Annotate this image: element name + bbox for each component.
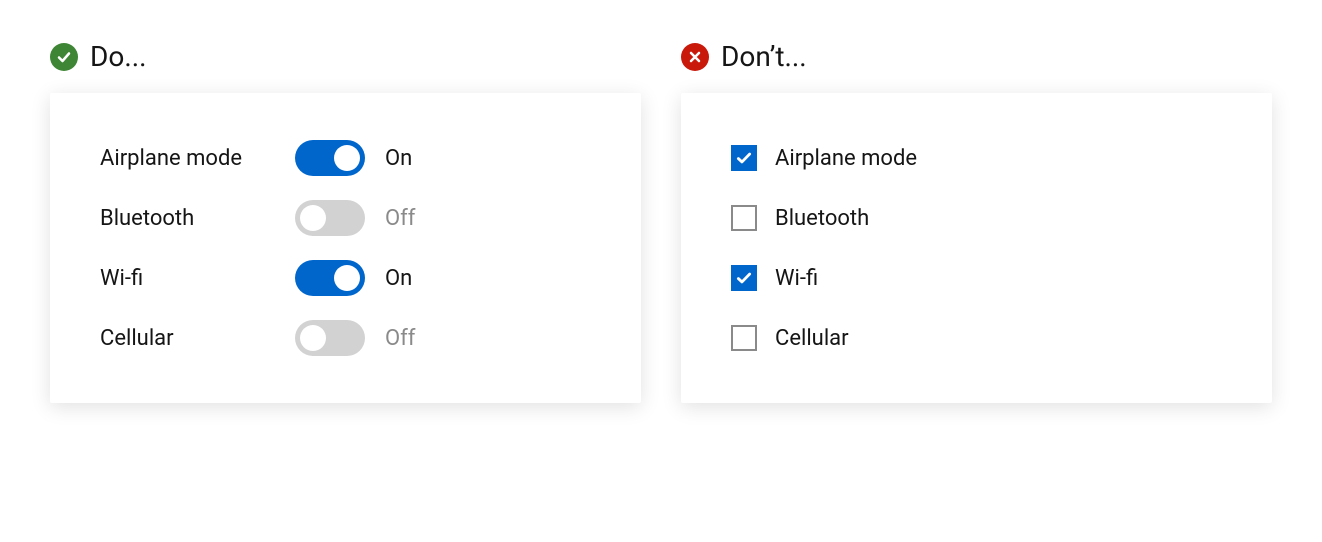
setting-label: Cellular — [100, 326, 295, 351]
checkbox-wifi[interactable] — [731, 265, 757, 291]
checkbox-bluetooth[interactable] — [731, 205, 757, 231]
checkbox-label: Wi-fi — [775, 266, 818, 291]
setting-row-airplane: Airplane mode On — [100, 128, 591, 188]
checkbox-row-airplane: Airplane mode — [731, 128, 1222, 188]
checkbox-cellular[interactable] — [731, 325, 757, 351]
dont-heading: Don’t... — [721, 40, 807, 73]
setting-label: Wi-fi — [100, 266, 295, 291]
x-circle-icon — [681, 43, 709, 71]
toggle-knob — [334, 265, 360, 291]
state-label: Off — [385, 326, 415, 351]
state-label: Off — [385, 206, 415, 231]
state-label: On — [385, 146, 412, 171]
checkbox-label: Cellular — [775, 326, 849, 351]
setting-row-wifi: Wi-fi On — [100, 248, 591, 308]
do-header: Do... — [50, 40, 641, 73]
checkbox-label: Airplane mode — [775, 146, 917, 171]
toggle-wifi[interactable] — [295, 260, 365, 296]
dont-column: Don’t... Airplane mode Bluetooth Wi-fi C… — [681, 40, 1272, 403]
check-circle-icon — [50, 43, 78, 71]
checkbox-row-wifi: Wi-fi — [731, 248, 1222, 308]
setting-row-bluetooth: Bluetooth Off — [100, 188, 591, 248]
toggle-bluetooth[interactable] — [295, 200, 365, 236]
checkbox-label: Bluetooth — [775, 206, 869, 231]
toggle-airplane[interactable] — [295, 140, 365, 176]
toggle-knob — [300, 325, 326, 351]
checkbox-row-cellular: Cellular — [731, 308, 1222, 368]
do-column: Do... Airplane mode On Bluetooth Off Wi-… — [50, 40, 641, 403]
dont-header: Don’t... — [681, 40, 1272, 73]
setting-label: Airplane mode — [100, 146, 295, 171]
toggle-cellular[interactable] — [295, 320, 365, 356]
dont-card: Airplane mode Bluetooth Wi-fi Cellular — [681, 93, 1272, 403]
do-heading: Do... — [90, 40, 147, 73]
do-card: Airplane mode On Bluetooth Off Wi-fi On … — [50, 93, 641, 403]
toggle-knob — [334, 145, 360, 171]
setting-label: Bluetooth — [100, 206, 295, 231]
setting-row-cellular: Cellular Off — [100, 308, 591, 368]
state-label: On — [385, 266, 412, 291]
toggle-knob — [300, 205, 326, 231]
checkbox-airplane[interactable] — [731, 145, 757, 171]
checkbox-row-bluetooth: Bluetooth — [731, 188, 1222, 248]
